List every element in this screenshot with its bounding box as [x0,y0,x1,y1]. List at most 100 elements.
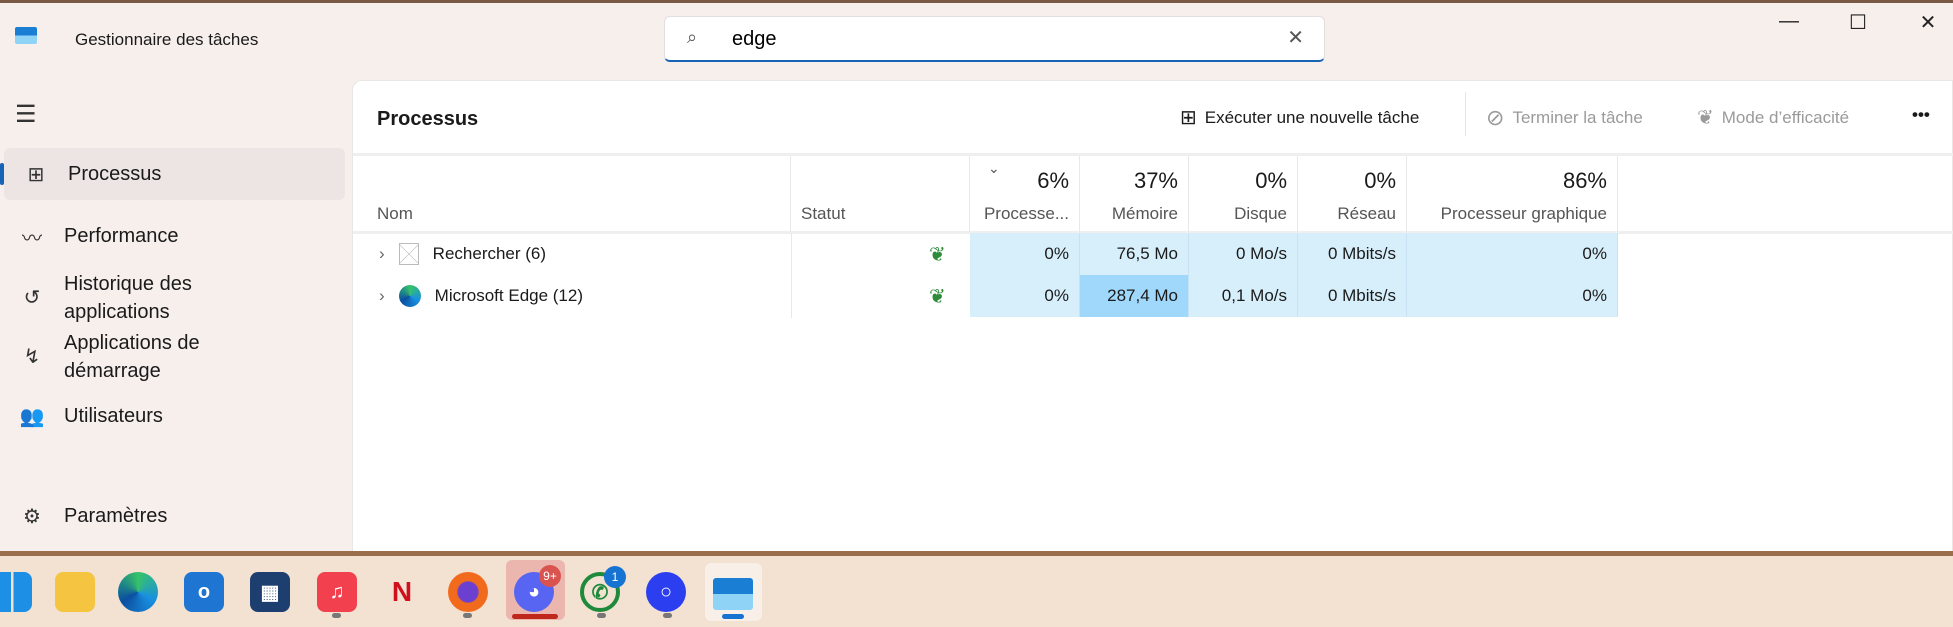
processes-icon: ⊞ [27,163,45,186]
task-manager-taskbar-icon[interactable] [713,578,753,610]
gpu-cell: 0% [1407,275,1618,317]
discord-badge: 9+ [539,565,561,587]
new-task-icon: ⊞ [1180,107,1197,129]
active-indicator [722,614,744,619]
desktop-edge [0,0,1953,3]
process-name: Microsoft Edge (12) [434,286,584,305]
users-icon: 👥 [19,405,45,428]
running-indicator [463,613,472,618]
sidebar-item-startup[interactable]: ↯ Applications de démarrage [0,329,345,385]
sidebar-item-history[interactable]: ↺ Historique des applications [0,270,345,326]
column-label: Mémoire [1111,204,1178,223]
memory-cell: 76,5 Mo [1080,233,1189,275]
column-label: Statut [801,204,846,223]
network-cell: 0 Mbits/s [1298,233,1407,275]
end-task-button[interactable]: ⊘ Terminer la tâche [1486,105,1643,131]
whatsapp-badge: 1 [604,566,626,588]
netflix-icon[interactable]: N [382,572,422,612]
expand-chevron-icon[interactable]: › [379,286,385,306]
minimize-button[interactable]: — [1769,10,1809,33]
column-header-disk[interactable]: 0% Disque [1189,156,1298,232]
clear-search-icon[interactable]: ✕ [1287,25,1304,50]
prohibited-icon: ⊘ [1486,105,1505,130]
maximize-button[interactable]: ☐ [1838,10,1878,35]
column-label: Processeur graphique [1440,204,1607,223]
column-label: Disque [1234,204,1287,223]
close-button[interactable]: ✕ [1908,10,1948,35]
running-indicator [332,613,341,618]
column-header-memory[interactable]: 37% Mémoire [1080,156,1189,232]
sidebar-item-processus[interactable]: ⊞ Processus [4,148,345,200]
signal-icon[interactable]: ○ [646,572,686,612]
column-header-gpu[interactable]: 86% Processeur graphique [1407,156,1618,232]
column-pct: 0% [1255,168,1287,193]
toolbar-divider [1465,92,1466,136]
startup-icon: ↯ [23,346,41,368]
column-label: Processe... [983,204,1069,223]
column-pct: 37% [1133,168,1178,193]
column-pct: 86% [1562,168,1607,193]
column-header-status[interactable]: Statut [791,156,970,232]
column-pct: 0% [1364,168,1396,193]
run-new-task-label: Exécuter une nouvelle tâche [1204,107,1420,127]
efficiency-mode-button[interactable]: ❦ Mode d’efficacité [1697,105,1849,130]
cpu-cell: 0% [970,233,1080,275]
running-indicator [663,613,672,618]
outlook-icon[interactable]: o [184,572,224,612]
column-pct: 6% [1037,168,1069,193]
efficiency-leaf-icon: ❦ [929,286,946,308]
sidebar-item-users[interactable]: 👥 Utilisateurs [0,390,345,442]
microsoft-store-icon[interactable]: ▦ [250,572,290,612]
sidebar-item-label: Applications de démarrage [64,332,200,382]
sidebar-item-label: Performance [64,224,179,247]
column-label: Réseau [1337,204,1396,223]
search-input[interactable] [732,26,1252,52]
leaf-icon: ❦ [1697,107,1714,129]
window-title: Gestionnaire des tâches [75,30,259,49]
cpu-cell: 0% [970,275,1080,317]
efficiency-leaf-icon: ❦ [929,244,946,266]
sidebar-item-label: Utilisateurs [64,404,163,427]
edge-taskbar-icon[interactable] [118,572,158,612]
sidebar-item-performance[interactable]: 〰 Performance [0,210,345,262]
file-explorer-icon[interactable] [55,572,95,612]
search-box[interactable]: ⌕ ✕ [664,16,1325,62]
more-options-button[interactable]: ••• [1912,105,1930,125]
search-app-icon [398,243,419,265]
search-icon: ⌕ [687,27,698,47]
apple-music-icon[interactable]: ♫ [317,572,357,612]
running-indicator [597,613,606,618]
firefox-icon[interactable] [448,572,488,612]
task-manager-icon [15,27,37,44]
memory-cell: 287,4 Mo [1080,275,1189,317]
sidebar-item-label: Historique des applications [64,273,192,323]
taskbar [0,556,1953,627]
attention-indicator [512,614,558,619]
page-title: Processus [377,108,479,130]
disk-cell: 0,1 Mo/s [1189,275,1298,317]
start-icon[interactable] [0,572,32,612]
table-row[interactable]: › Rechercher (6) ❦ 0% 76,5 Mo 0 Mo/s 0 M… [353,233,1618,275]
history-icon: ↺ [23,287,41,309]
efficiency-label: Mode d’efficacité [1721,107,1850,127]
sidebar-item-label: Paramètres [64,504,168,527]
run-new-task-button[interactable]: ⊞ Exécuter une nouvelle tâche [1180,105,1419,130]
edge-icon [398,285,421,307]
expand-chevron-icon[interactable]: › [379,244,385,264]
column-header-cpu[interactable]: ⌄ 6% Processe... [970,156,1080,232]
sidebar-item-settings[interactable]: ⚙ Paramètres [0,490,345,542]
sidebar-item-label: Processus [68,162,162,185]
process-name: Rechercher (6) [432,244,547,263]
performance-icon: 〰 [22,227,42,250]
gpu-cell: 0% [1407,233,1618,275]
hamburger-menu-icon[interactable]: ☰ [15,100,37,129]
gear-icon: ⚙ [23,505,41,528]
disk-cell: 0 Mo/s [1189,233,1298,275]
network-cell: 0 Mbits/s [1298,275,1407,317]
table-row[interactable]: › Microsoft Edge (12) ❦ 0% 287,4 Mo 0,1 … [353,275,1618,318]
end-task-label: Terminer la tâche [1512,108,1643,127]
column-header-network[interactable]: 0% Réseau [1298,156,1407,232]
column-label: Nom [377,204,413,223]
column-header-name[interactable]: Nom [353,156,791,232]
sort-chevron-icon: ⌄ [988,160,1000,176]
